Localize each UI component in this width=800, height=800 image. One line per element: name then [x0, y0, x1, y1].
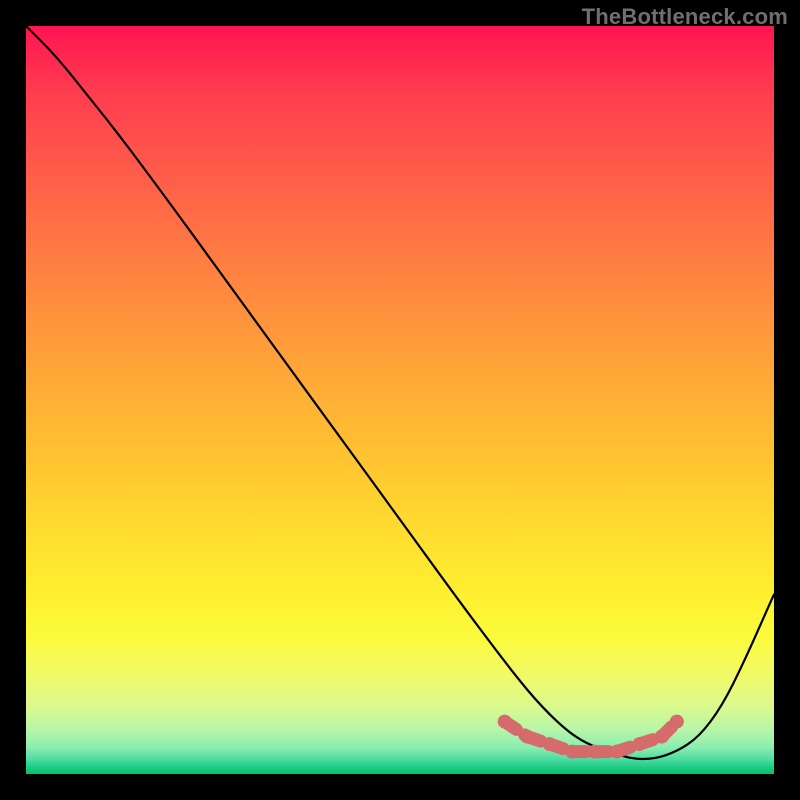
dot — [655, 730, 669, 744]
dot — [565, 745, 579, 759]
dot — [498, 715, 512, 729]
bottleneck-curve-path — [26, 26, 774, 759]
dot — [670, 715, 684, 729]
curve-svg — [26, 26, 774, 774]
chart-frame: TheBottleneck.com — [0, 0, 800, 800]
dot — [610, 745, 624, 759]
dot — [588, 745, 602, 759]
plot-area — [26, 26, 774, 774]
dot — [543, 737, 557, 751]
optimal-range-dots — [498, 715, 684, 759]
dot — [632, 737, 646, 751]
dot — [520, 730, 534, 744]
